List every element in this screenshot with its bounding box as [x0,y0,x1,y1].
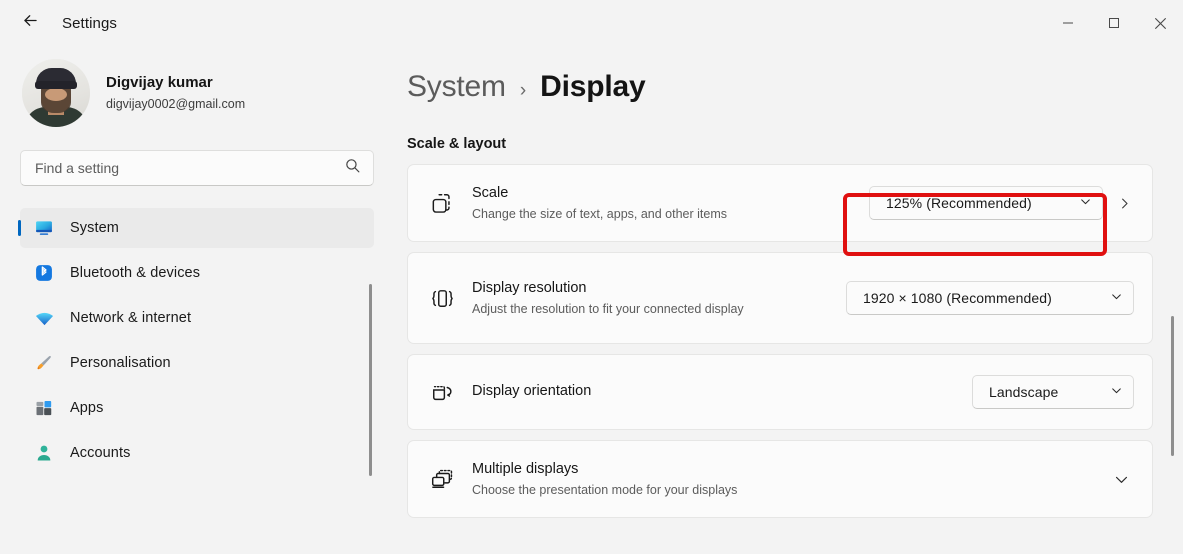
multiple-displays-card-text: Multiple displays Choose the presentatio… [472,459,1109,499]
sidebar-item-label: Accounts [70,445,131,461]
scale-dropdown-value: 125% (Recommended) [886,195,1032,211]
back-button[interactable] [10,6,50,40]
setting-card-display-resolution[interactable]: Display resolution Adjust the resolution… [407,252,1153,344]
chevron-down-icon [1110,290,1123,306]
apps-icon [31,398,57,418]
orientation-card-text: Display orientation [472,381,972,402]
card-subtitle: Adjust the resolution to fit your connec… [472,301,744,316]
orientation-dropdown-value: Landscape [989,384,1059,400]
sidebar-item-apps[interactable]: Apps [20,388,374,428]
orientation-dropdown[interactable]: Landscape [972,375,1134,409]
setting-card-scale[interactable]: Scale Change the size of text, apps, and… [407,164,1153,242]
resolution-card-text: Display resolution Adjust the resolution… [472,278,846,318]
title-bar: Settings [0,0,1183,46]
scale-dropdown[interactable]: 125% (Recommended) [869,186,1103,220]
monitor-icon [31,218,57,238]
orientation-card-controls: Landscape [972,375,1134,409]
section-title: Scale & layout [407,136,507,152]
card-title: Display orientation [472,383,592,400]
setting-card-display-orientation[interactable]: Display orientation Landscape [407,354,1153,430]
window-body: Digvijay kumar digvijay0002@gmail.com Fi… [0,46,1183,554]
sidebar-item-bluetooth-devices[interactable]: Bluetooth & devices [20,253,374,293]
window-controls [1045,0,1183,46]
sidebar-item-label: Apps [70,400,104,416]
scale-card-text: Scale Change the size of text, apps, and… [472,183,869,223]
resolution-card-controls: 1920 × 1080 (Recommended) [846,281,1134,315]
expand-chevron-down-icon[interactable] [1109,471,1134,488]
page-title: Display [540,70,646,103]
scale-icon [430,191,472,216]
card-subtitle: Choose the presentation mode for your di… [472,482,738,497]
sidebar-item-label: Bluetooth & devices [70,265,201,281]
avatar [22,59,90,127]
multiple-displays-icon [430,467,472,492]
search-box[interactable] [20,150,374,186]
profile-section[interactable]: Digvijay kumar digvijay0002@gmail.com [20,46,374,132]
main-scrollbar[interactable] [1171,316,1174,456]
chevron-right-icon[interactable] [1115,196,1134,211]
multiple-displays-controls [1109,471,1134,488]
sidebar-item-system[interactable]: System [18,208,374,248]
sidebar-item-personalisation[interactable]: Personalisation [20,343,374,383]
rotate-icon [430,380,472,405]
resolution-dropdown-value: 1920 × 1080 (Recommended) [863,290,1052,306]
search-input[interactable] [35,160,344,176]
scale-card-controls: 125% (Recommended) [869,186,1134,220]
minimize-button[interactable] [1045,0,1091,46]
card-title: Multiple displays [472,460,579,477]
main-content: System › Display Scale & layout Scale Ch… [390,46,1183,554]
breadcrumb-separator-icon: › [519,80,527,101]
search-icon [344,157,361,179]
profile-name: Digvijay kumar [106,74,213,92]
chevron-down-icon [1079,195,1092,211]
sidebar-item-accounts[interactable]: Accounts [20,433,374,473]
close-button[interactable] [1137,0,1183,46]
app-title: Settings [62,14,117,32]
breadcrumb: System › Display [407,46,1153,104]
maximize-button[interactable] [1091,0,1137,46]
person-icon [31,443,57,463]
bluetooth-icon [31,263,57,283]
settings-window: Settings Digvijay kumar digvijay0002@gma… [0,0,1183,554]
sidebar-item-label: System [70,220,119,236]
paintbrush-icon [31,353,57,373]
profile-email: digvijay0002@gmail.com [106,96,246,111]
sidebar-nav: System Bluetooth & devices Network & int… [18,208,374,473]
sidebar-item-label: Personalisation [70,355,171,371]
resolution-icon [430,286,472,311]
back-arrow-icon [21,11,40,35]
wifi-icon [31,308,57,329]
breadcrumb-parent[interactable]: System [407,70,506,104]
card-title: Display resolution [472,279,587,296]
sidebar-scrollbar[interactable] [369,284,372,476]
resolution-dropdown[interactable]: 1920 × 1080 (Recommended) [846,281,1134,315]
setting-card-multiple-displays[interactable]: Multiple displays Choose the presentatio… [407,440,1153,518]
card-subtitle: Change the size of text, apps, and other… [472,206,728,221]
card-title: Scale [472,184,509,201]
sidebar-item-network-internet[interactable]: Network & internet [20,298,374,338]
active-indicator [18,220,21,236]
sidebar-item-label: Network & internet [70,310,192,326]
chevron-down-icon [1110,384,1123,400]
sidebar: Digvijay kumar digvijay0002@gmail.com Fi… [0,46,390,554]
